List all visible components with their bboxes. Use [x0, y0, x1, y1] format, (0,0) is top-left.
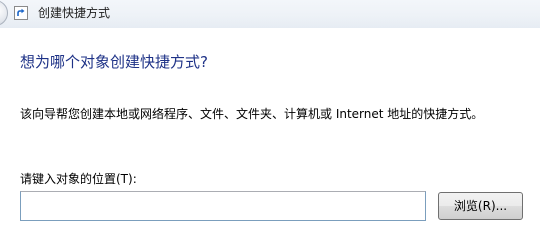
- back-arrow-icon: [0, 0, 8, 26]
- location-input[interactable]: [20, 191, 426, 221]
- back-button[interactable]: [0, 0, 8, 26]
- title-bar: 创建快捷方式: [0, 0, 540, 28]
- location-label: 请键入对象的位置(T):: [20, 172, 137, 186]
- window-title: 创建快捷方式: [38, 6, 111, 20]
- page-heading: 想为哪个对象创建快捷方式?: [20, 53, 208, 71]
- browse-button[interactable]: 浏览(R)...: [438, 192, 523, 220]
- shortcut-arrow-icon: [14, 6, 28, 20]
- wizard-description: 该向导帮您创建本地或网络程序、文件、文件夹、计算机或 Internet 地址的快…: [20, 107, 484, 121]
